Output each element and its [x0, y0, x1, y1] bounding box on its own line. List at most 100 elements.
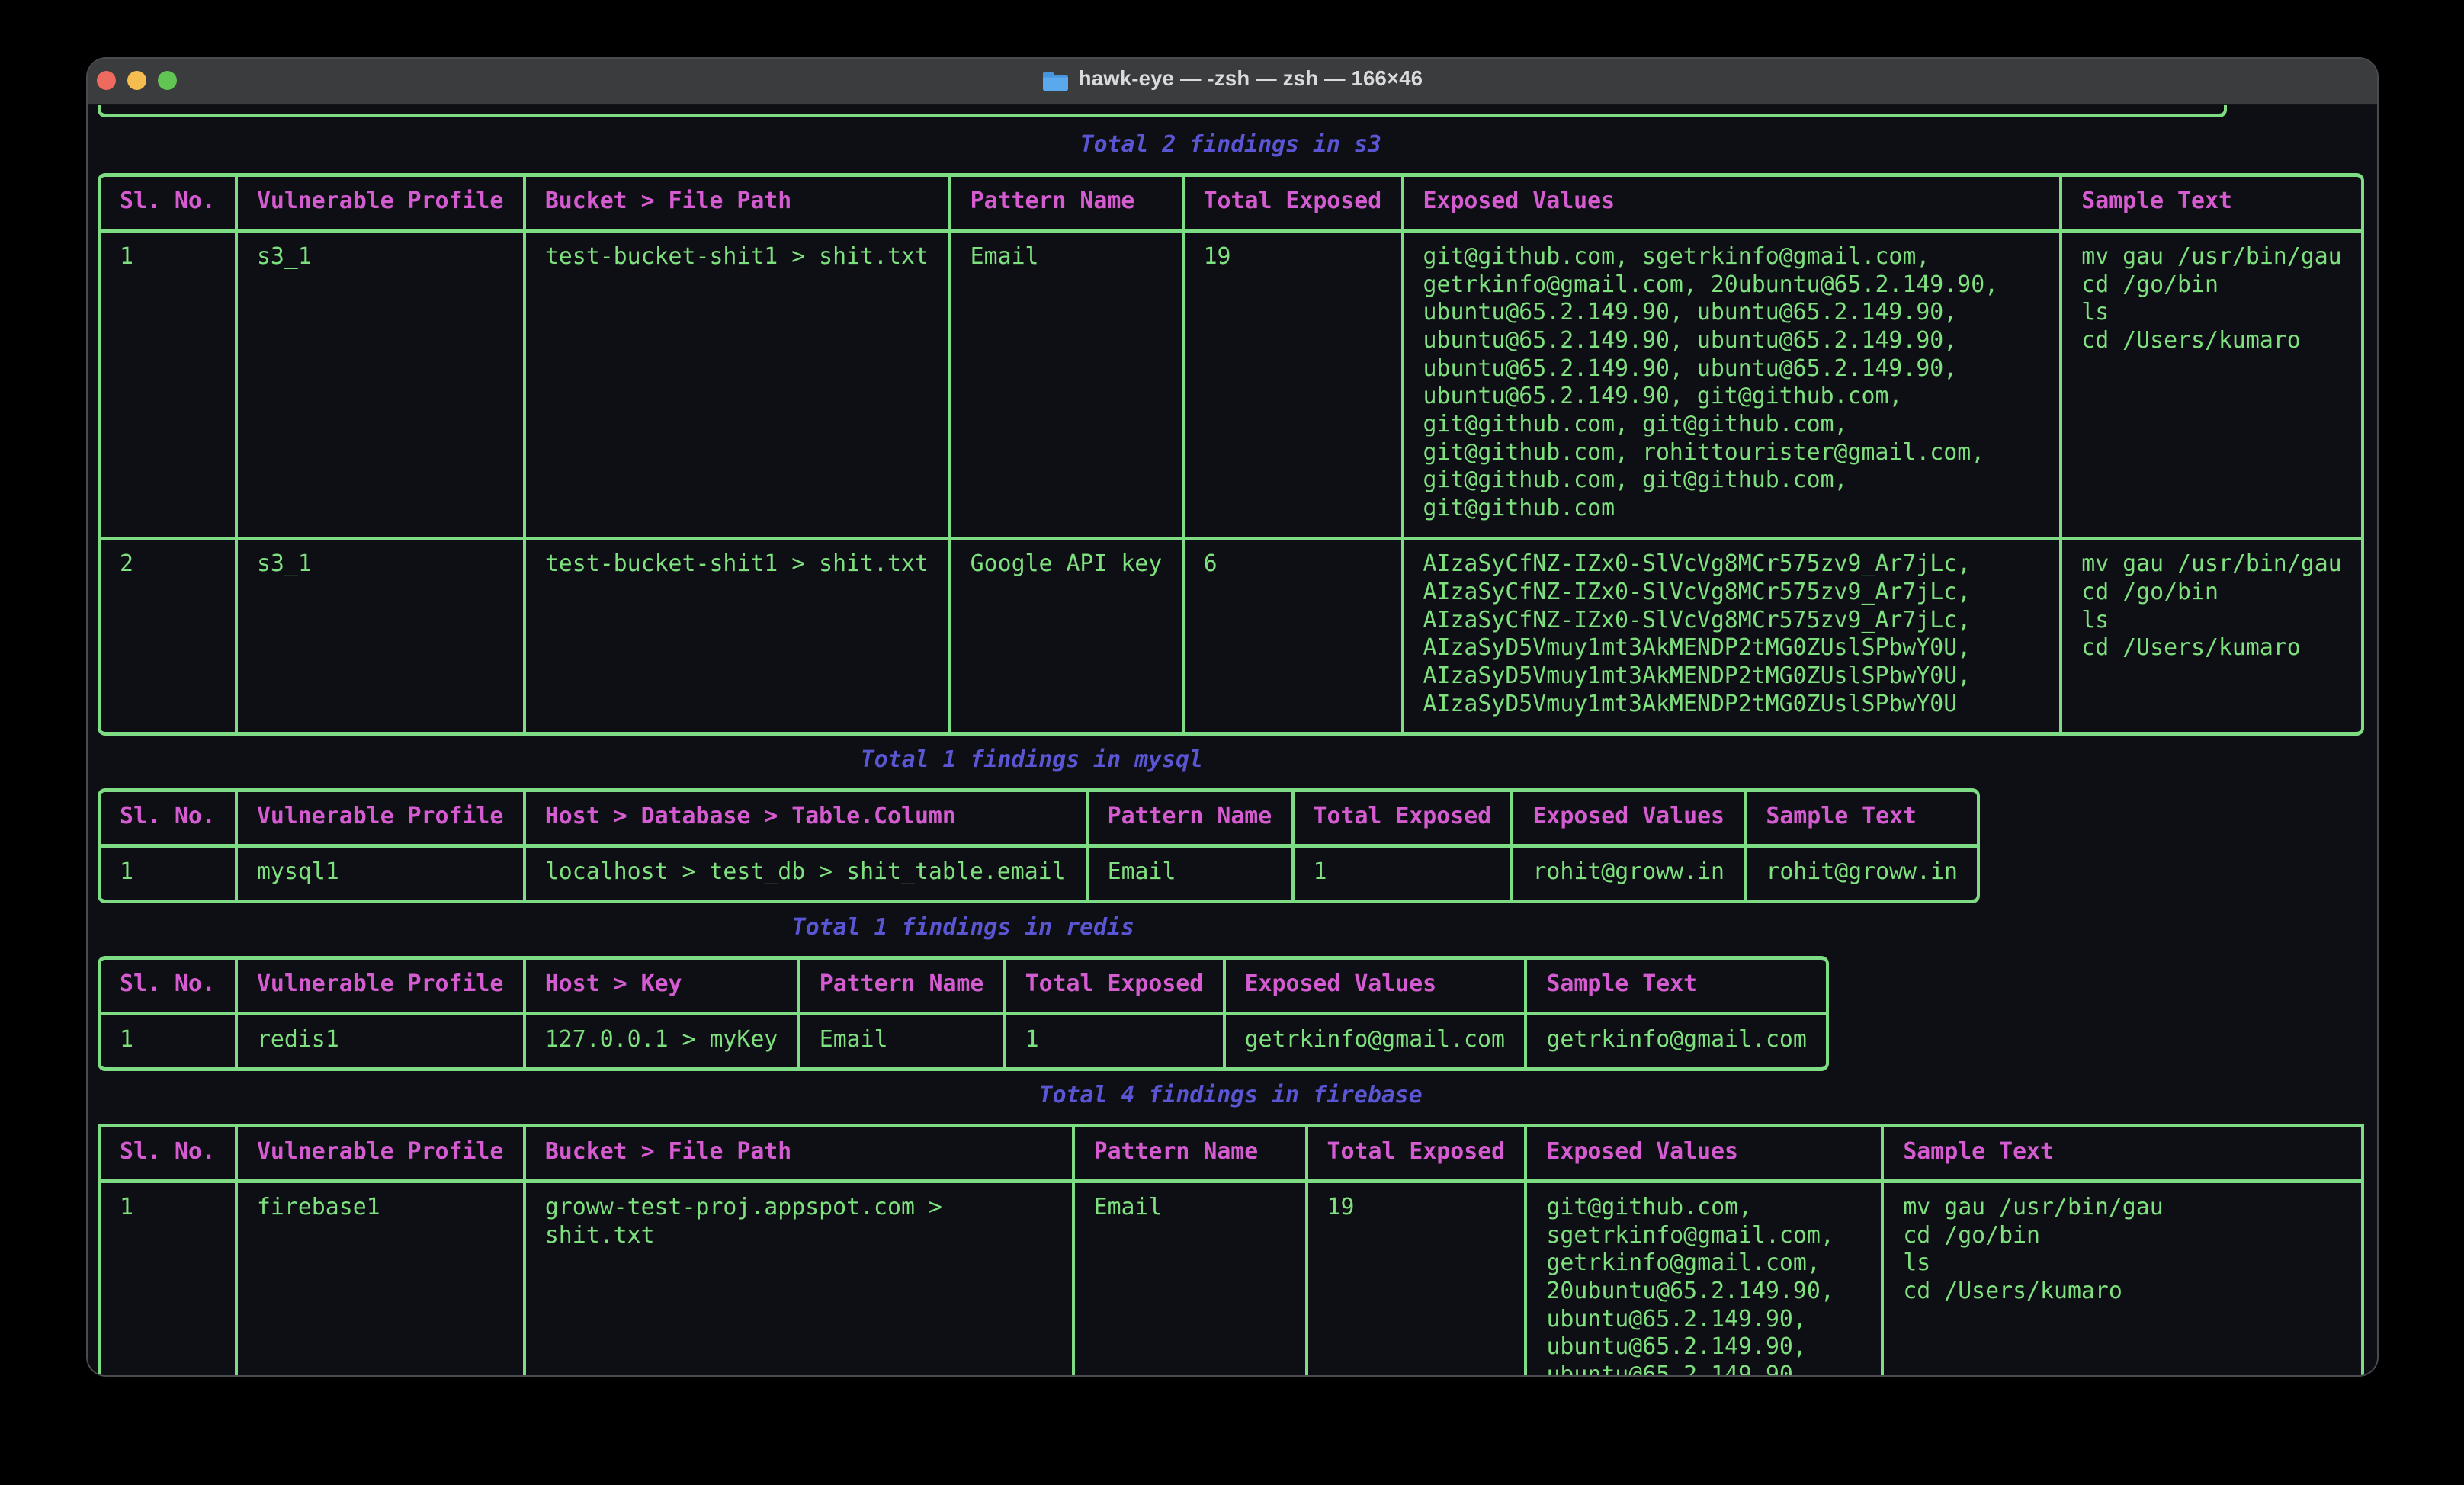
column-separator: [2059, 177, 2062, 731]
table-cell-text: getrkinfo@gmail.com,: [1546, 1249, 1820, 1278]
table-cell-text: cd /go/bin: [1903, 1222, 2040, 1250]
column-header: Exposed Values: [1546, 1138, 1738, 1166]
table-cell-text: rohit@groww.in: [1532, 858, 1724, 887]
column-header: Sl. No.: [120, 188, 216, 216]
column-header: Vulnerable Profile: [257, 803, 503, 831]
table-cell-text: git@github.com, rohittourister@gmail.com…: [1423, 439, 1985, 467]
table-cell-text: mysql1: [257, 858, 339, 887]
column-header: Sample Text: [1903, 1138, 2054, 1166]
table-cell-text: 1: [1314, 858, 1327, 887]
table-cell-text: ubuntu@65.2.149.90, ubuntu@65.2.149.90,: [1423, 327, 1958, 355]
close-button[interactable]: [97, 71, 116, 90]
column-header: Total Exposed: [1204, 188, 1382, 216]
column-header: Sl. No.: [120, 1138, 216, 1166]
table-cell-text: s3_1: [257, 243, 312, 271]
column-separator: [1072, 1124, 1075, 1375]
column-separator: [235, 1124, 238, 1375]
table-cell-text: Email: [1094, 1194, 1163, 1222]
table-cell-text: getrkinfo@gmail.com: [1546, 1026, 1806, 1054]
column-header: Bucket > File Path: [545, 188, 791, 216]
column-header: Vulnerable Profile: [257, 970, 503, 999]
table-cell-text: ubuntu@65.2.149.90,: [1546, 1362, 1806, 1375]
column-separator: [523, 1124, 526, 1375]
row-separator: [101, 844, 1977, 848]
column-header: Total Exposed: [1327, 1138, 1506, 1166]
table-cell-text: s3_1: [257, 550, 312, 579]
column-separator: [523, 177, 526, 731]
table-cell-text: ubuntu@65.2.149.90,: [1546, 1333, 1806, 1362]
table-cell-text: cd /Users/kumaro: [1903, 1278, 2122, 1306]
column-header: Vulnerable Profile: [257, 188, 503, 216]
table-cell-text: sgetrkinfo@gmail.com,: [1546, 1222, 1834, 1250]
table-cell-text: 1: [120, 858, 133, 887]
minimize-button[interactable]: [127, 71, 146, 90]
table-cell-text: 6: [1204, 550, 1218, 579]
section-title-redis: Total 1 findings in redis: [792, 914, 1134, 942]
desktop: Total 2 findings in s3 Sl. No. Vulnerable …: [0, 0, 2464, 1485]
table-cell-text: 2: [120, 550, 133, 579]
table-cell-text: shit.txt: [545, 1222, 655, 1250]
table-cell-text: ls: [2081, 299, 2109, 327]
table-cell-text: firebase1: [257, 1194, 380, 1222]
table-cell-text: Email: [1108, 858, 1176, 887]
zoom-button[interactable]: [158, 71, 177, 90]
table-cell-text: localhost > test_db > shit_table.email: [545, 858, 1066, 887]
table-cell-text: mv gau /usr/bin/gau: [2081, 550, 2341, 579]
row-separator: [101, 1012, 1826, 1015]
table-cell-text: AIzaSyCfNZ-IZx0-SlVcVg8MCr575zv9_Ar7jLc,: [1423, 579, 1972, 607]
column-header: Pattern Name: [1094, 1138, 1259, 1166]
table-outer-border: [2361, 1124, 2364, 1375]
column-separator: [1182, 177, 1185, 731]
previous-table-bottom-border: [98, 105, 2227, 117]
table-cell-text: Email: [820, 1026, 888, 1054]
table-cell-text: mv gau /usr/bin/gau: [1903, 1194, 2163, 1222]
row-separator: [98, 1179, 2364, 1183]
table-cell-text: AIzaSyD5Vmuy1mt3AkMENDP2tMG0ZUslSPbwY0U: [1423, 691, 1958, 719]
table-cell-text: groww-test-proj.appspot.com >: [545, 1194, 942, 1222]
column-separator: [1524, 1124, 1527, 1375]
column-header: Sl. No.: [120, 970, 216, 999]
column-header: Pattern Name: [971, 188, 1135, 216]
table-cell-text: 19: [1327, 1194, 1355, 1222]
table-cell-text: 19: [1204, 243, 1231, 271]
table-cell-text: AIzaSyD5Vmuy1mt3AkMENDP2tMG0ZUslSPbwY0U,: [1423, 634, 1972, 662]
table-cell-text: Email: [971, 243, 1039, 271]
table-cell-text: git@github.com,: [1546, 1194, 1752, 1222]
column-header: Pattern Name: [1108, 803, 1272, 831]
column-header: Pattern Name: [820, 970, 984, 999]
section-title-s3: Total 2 findings in s3: [1080, 131, 1381, 159]
section-title-mysql: Total 1 findings in mysql: [861, 746, 1203, 775]
table-cell-text: mv gau /usr/bin/gau: [2081, 243, 2341, 271]
column-header: Total Exposed: [1025, 970, 1204, 999]
table-cell-text: git@github.com, git@github.com,: [1423, 467, 1848, 495]
column-header: Total Exposed: [1314, 803, 1492, 831]
table-cell-text: AIzaSyD5Vmuy1mt3AkMENDP2tMG0ZUslSPbwY0U,: [1423, 662, 1972, 691]
column-separator: [948, 177, 951, 731]
table-cell-text: test-bucket-shit1 > shit.txt: [545, 243, 929, 271]
column-separator: [1881, 1124, 1884, 1375]
table-cell-text: rohit@groww.in: [1766, 858, 1958, 887]
table-cell-text: git@github.com, sgetrkinfo@gmail.com,: [1423, 243, 1930, 271]
column-header: Host > Database > Table.Column: [545, 803, 956, 831]
table-outer-border: [98, 1124, 101, 1375]
column-header: Exposed Values: [1245, 970, 1437, 999]
table-cell-text: ls: [1903, 1249, 1930, 1278]
terminal-screen[interactable]: Total 2 findings in s3 Sl. No. Vulnerable …: [88, 105, 2377, 1375]
column-separator: [1305, 1124, 1308, 1375]
table-cell-text: cd /go/bin: [2081, 579, 2219, 607]
column-header: Sample Text: [1766, 803, 1917, 831]
column-separator: [235, 177, 238, 731]
table-cell-text: ubuntu@65.2.149.90,: [1546, 1306, 1806, 1334]
row-separator: [101, 229, 2361, 233]
column-header: Vulnerable Profile: [257, 1138, 503, 1166]
table-cell-text: cd /go/bin: [2081, 271, 2219, 300]
findings-table-s3: [98, 173, 2364, 735]
table-cell-text: cd /Users/kumaro: [2081, 327, 2300, 355]
window-titlebar[interactable]: [88, 59, 2377, 105]
column-header: Exposed Values: [1532, 803, 1724, 831]
table-cell-text: git@github.com: [1423, 495, 1615, 523]
table-cell-text: getrkinfo@gmail.com: [1245, 1026, 1505, 1054]
table-cell-text: ubuntu@65.2.149.90, git@github.com,: [1423, 383, 1903, 411]
table-cell-text: ubuntu@65.2.149.90, ubuntu@65.2.149.90,: [1423, 299, 1958, 327]
column-header: Host > Key: [545, 970, 682, 999]
